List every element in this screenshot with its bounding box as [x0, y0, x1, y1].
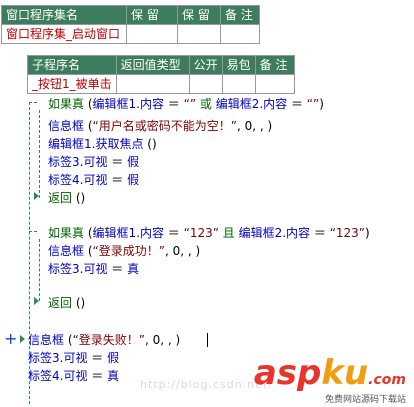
code-line-label3-true[interactable]: 标签3.可视 ＝ 真: [48, 261, 139, 277]
program-set-name-cell[interactable]: 窗口程序集_启动窗口: [1, 24, 127, 44]
easy-pack-cell[interactable]: [221, 74, 256, 94]
public-cell[interactable]: [188, 74, 223, 94]
code-line-msgbox-success[interactable]: 信息框 (“登录成功！”, 0, , ): [48, 243, 200, 259]
subroutine-table: 子程序名 返回值类型 公开 易包 备 注 _按钮1_被单击: [27, 55, 295, 94]
keyword-if: 如果真: [48, 97, 85, 111]
breakpoint-plus-icon[interactable]: +: [4, 331, 17, 347]
code-line-label3-false-2[interactable]: 标签3.可视 ＝ 假: [28, 350, 119, 366]
code-line-label4-false[interactable]: 标签4.可视 ＝ 假: [48, 172, 139, 188]
code-line-if-empty[interactable]: 如果真 (编辑框1.内容 ＝ “” 或 编辑框2.内容 ＝ “”): [48, 96, 324, 112]
sub-note-cell[interactable]: [254, 74, 295, 94]
edit-box-2-content: 编辑框2.内容: [215, 97, 288, 111]
col-reserved-2: 保 留: [177, 5, 221, 25]
code-line-if-123[interactable]: 如果真 (编辑框1.内容 ＝ “123” 且 编辑框2.内容 ＝ “123”): [48, 225, 370, 241]
col-program-set-name: 窗口程序集名: [1, 5, 127, 25]
flow-arrow-1: [34, 192, 39, 200]
col-reserved-1: 保 留: [126, 5, 178, 25]
return-type-cell[interactable]: [115, 74, 190, 94]
col-sub-note: 备 注: [254, 55, 295, 75]
col-subroutine-name: 子程序名: [27, 55, 117, 75]
col-public: 公开: [188, 55, 223, 75]
flow-line-block-1: [39, 110, 40, 198]
subroutine-row[interactable]: _按钮1_被单击: [27, 74, 295, 94]
code-line-msgbox-fail[interactable]: 信息框 (“登录失败！”, 0, , ): [28, 332, 180, 348]
aspku-logo: aspku.com: [253, 353, 406, 393]
aspku-logo-subtitle: 免费网站源码下载站: [324, 395, 406, 405]
flow-line-top-2: [29, 231, 37, 232]
text-cursor: [207, 333, 208, 347]
reserved-cell-2[interactable]: [177, 24, 221, 44]
col-note: 备 注: [220, 5, 260, 25]
program-set-header-row: 窗口程序集名 保 留 保 留 备 注: [1, 5, 260, 25]
program-set-table: 窗口程序集名 保 留 保 留 备 注 窗口程序集_启动窗口: [1, 5, 260, 44]
program-set-row[interactable]: 窗口程序集_启动窗口: [1, 24, 260, 44]
code-line-focus[interactable]: 编辑框1.获取焦点 (): [48, 136, 157, 152]
flow-arrow-3: [20, 335, 25, 343]
edit-box-1-content: 编辑框1.内容: [92, 97, 164, 111]
code-line-return-1[interactable]: 返回 (): [48, 190, 85, 206]
flow-line-top-1: [29, 102, 37, 103]
flow-arrow-2: [34, 297, 39, 305]
subroutine-name-cell[interactable]: _按钮1_被单击: [27, 74, 117, 94]
code-line-label3-false[interactable]: 标签3.可视 ＝ 假: [48, 154, 139, 170]
flow-line-block-2: [39, 239, 40, 301]
reserved-cell-1[interactable]: [126, 24, 178, 44]
subroutine-header-row: 子程序名 返回值类型 公开 易包 备 注: [27, 55, 295, 75]
col-easy-pack: 易包: [221, 55, 256, 75]
note-cell[interactable]: [220, 24, 260, 44]
code-line-msgbox-empty[interactable]: 信息框 (“用户名或密码不能为空！”, 0, , ): [48, 118, 272, 134]
code-line-label4-true[interactable]: 标签4.可视 ＝ 真: [28, 368, 119, 384]
code-line-return-2[interactable]: 返回 (): [48, 295, 85, 311]
col-return-type: 返回值类型: [115, 55, 190, 75]
